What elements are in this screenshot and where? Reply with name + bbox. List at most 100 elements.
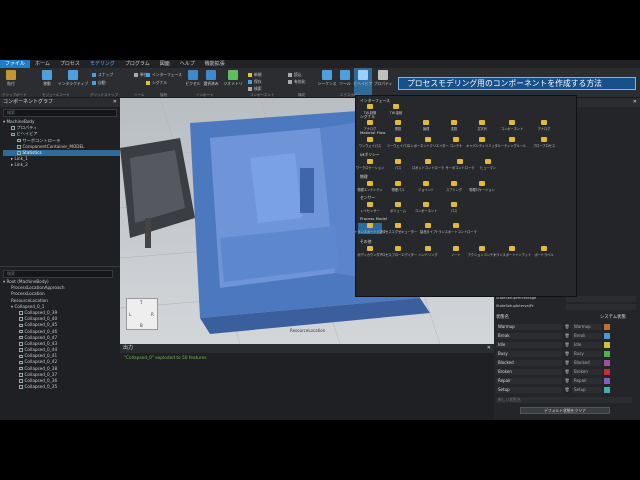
state-name[interactable]: Break [496, 333, 562, 340]
state-row[interactable]: Broken 🗑 Broken [496, 369, 636, 376]
state-row[interactable]: Blocked 🗑 Blocked [496, 360, 636, 367]
tool-button[interactable]: ツール [336, 68, 354, 87]
signal-item[interactable]: シグナル [146, 80, 167, 86]
menu-program[interactable]: プログラム [120, 60, 155, 68]
behavior-item[interactable]: フロープロセス [532, 137, 556, 148]
view-cube-bottom[interactable]: B [140, 323, 143, 328]
checkbox-icon[interactable] [19, 360, 23, 365]
menu-modeling[interactable]: モデリング [85, 60, 120, 68]
menu-drawing[interactable]: 図面 [155, 60, 175, 68]
color-swatch[interactable] [604, 324, 610, 331]
state-row[interactable]: Idle 🗑 Idle [496, 342, 636, 349]
checkbox-icon[interactable] [19, 317, 23, 321]
color-swatch[interactable] [604, 369, 610, 376]
state-name[interactable]: Idle [496, 342, 562, 349]
state-setup-interval-input[interactable] [566, 304, 636, 310]
state-value[interactable]: Repair [572, 378, 602, 385]
checkbox-icon[interactable] [19, 323, 23, 328]
color-swatch[interactable] [604, 342, 610, 349]
sequence-button[interactable]: シーケンス [318, 68, 336, 87]
checkbox-icon[interactable] [19, 379, 23, 383]
menu-help[interactable]: ヘルプ [175, 60, 200, 68]
behavior-item[interactable]: コンテナ [444, 137, 468, 148]
behavior-item[interactable]: プロセスフローエディター [379, 246, 417, 257]
menu-extensions[interactable]: 機能拡張 [200, 60, 230, 68]
behavior-item[interactable]: ボリューム [386, 202, 410, 213]
checkbox-icon[interactable] [11, 126, 15, 130]
enable-item[interactable]: 有効化 [288, 79, 305, 85]
tree-item[interactable]: ▸ Link_2 [3, 162, 120, 168]
behavior-item[interactable]: キャパシティリミッタ [466, 137, 498, 148]
behavior-item[interactable]: ワンウェイパス [358, 137, 382, 148]
auto-item[interactable]: 自動 [92, 80, 106, 86]
color-swatch[interactable] [604, 360, 610, 367]
behavior-item[interactable]: コンポーネント [500, 120, 524, 131]
geometry-button[interactable]: ジオメトリ [224, 68, 243, 87]
behavior-item[interactable]: コンポーネントクリエイター [407, 137, 449, 148]
close-icon[interactable]: ✕ [633, 98, 637, 107]
trash-icon[interactable]: 🗑 [564, 360, 570, 366]
behavior-item[interactable]: ワークロケーション [356, 159, 384, 170]
checkbox-icon[interactable] [17, 151, 21, 155]
checkbox-icon[interactable] [19, 373, 23, 377]
state-value[interactable]: Broken [572, 369, 602, 376]
behavior-item[interactable]: ジョイント [414, 181, 438, 192]
behavior-item[interactable]: スプリング [442, 181, 466, 192]
properties-button[interactable]: プロパティ [374, 68, 392, 87]
move-button[interactable]: 移動 [38, 68, 56, 87]
selected-button[interactable]: 選択済み [202, 68, 220, 87]
menu-process[interactable]: プロセス [55, 60, 85, 68]
color-swatch[interactable] [604, 333, 610, 340]
trash-icon[interactable]: 🗑 [564, 351, 570, 357]
behavior-item[interactable]: 物理エンティティ [357, 181, 383, 192]
behavior-item[interactable]: コンポーネント [414, 202, 438, 213]
checkbox-icon[interactable] [19, 311, 23, 315]
behavior-item[interactable]: ルーティングルール [498, 137, 526, 148]
state-name[interactable]: Repair [496, 378, 562, 385]
behavior-item[interactable]: 物理パス [386, 181, 410, 192]
tree-item[interactable]: Collapsed_0_35 [3, 384, 118, 390]
checkbox-icon[interactable] [19, 366, 23, 371]
interface-item[interactable]: インターフェース [146, 72, 182, 78]
trash-icon[interactable]: 🗑 [564, 324, 570, 330]
snap-item[interactable]: スナップ [92, 72, 113, 78]
view-cube[interactable]: T L R B [126, 298, 158, 330]
clear-default-state-button[interactable]: デフォルト状態をクリア [520, 407, 610, 414]
state-name[interactable]: Warmup [496, 324, 562, 331]
search-input[interactable]: 検索 [3, 109, 117, 117]
behavior-item[interactable]: パス [442, 202, 466, 213]
behavior-item[interactable]: レイセンサー [358, 202, 382, 213]
trash-icon[interactable]: 🗑 [564, 378, 570, 384]
checkbox-icon[interactable] [17, 145, 21, 149]
trash-icon[interactable]: 🗑 [564, 369, 570, 375]
state-value[interactable]: Busy [572, 351, 602, 358]
trash-icon[interactable]: 🗑 [564, 342, 570, 348]
checkbox-icon[interactable] [17, 138, 21, 143]
color-swatch[interactable] [604, 351, 610, 358]
state-value[interactable]: Warmup [572, 324, 602, 331]
state-row[interactable]: Busy 🗑 Busy [496, 351, 636, 358]
save-item[interactable]: 保存 [248, 79, 262, 85]
new-state-input[interactable]: 新しい状態名 [496, 397, 632, 403]
checkbox-icon[interactable] [19, 348, 23, 352]
behavior-item[interactable]: トランスポートコントローラ [435, 223, 477, 234]
behavior-item[interactable]: ハンドリング [416, 246, 440, 257]
new-item[interactable]: 新規 [248, 72, 262, 78]
state-row[interactable]: Repair 🗑 Repair [496, 378, 636, 385]
state-row[interactable]: Setup 🗑 Setup [496, 387, 636, 394]
behavior-item[interactable]: ノート [444, 246, 468, 257]
state-name[interactable]: Blocked [496, 360, 562, 367]
menu-file[interactable]: ファイル [0, 60, 31, 68]
search-item[interactable]: 検索 [248, 86, 262, 92]
menu-home[interactable]: ホーム [30, 60, 55, 68]
pixel-button[interactable]: ピクセル [184, 68, 202, 87]
checkbox-icon[interactable] [11, 132, 15, 137]
behavior-item[interactable]: ポートラベル [532, 246, 556, 257]
behavior-button[interactable]: ビヘイビア [354, 68, 373, 96]
behavior-item[interactable]: パス [386, 159, 410, 170]
state-value[interactable]: Idle [572, 342, 602, 349]
trash-icon[interactable]: 🗑 [564, 333, 570, 339]
color-swatch[interactable] [604, 378, 610, 385]
state-name[interactable]: Setup [496, 387, 562, 394]
state-row[interactable]: Break 🗑 Break [496, 333, 636, 340]
